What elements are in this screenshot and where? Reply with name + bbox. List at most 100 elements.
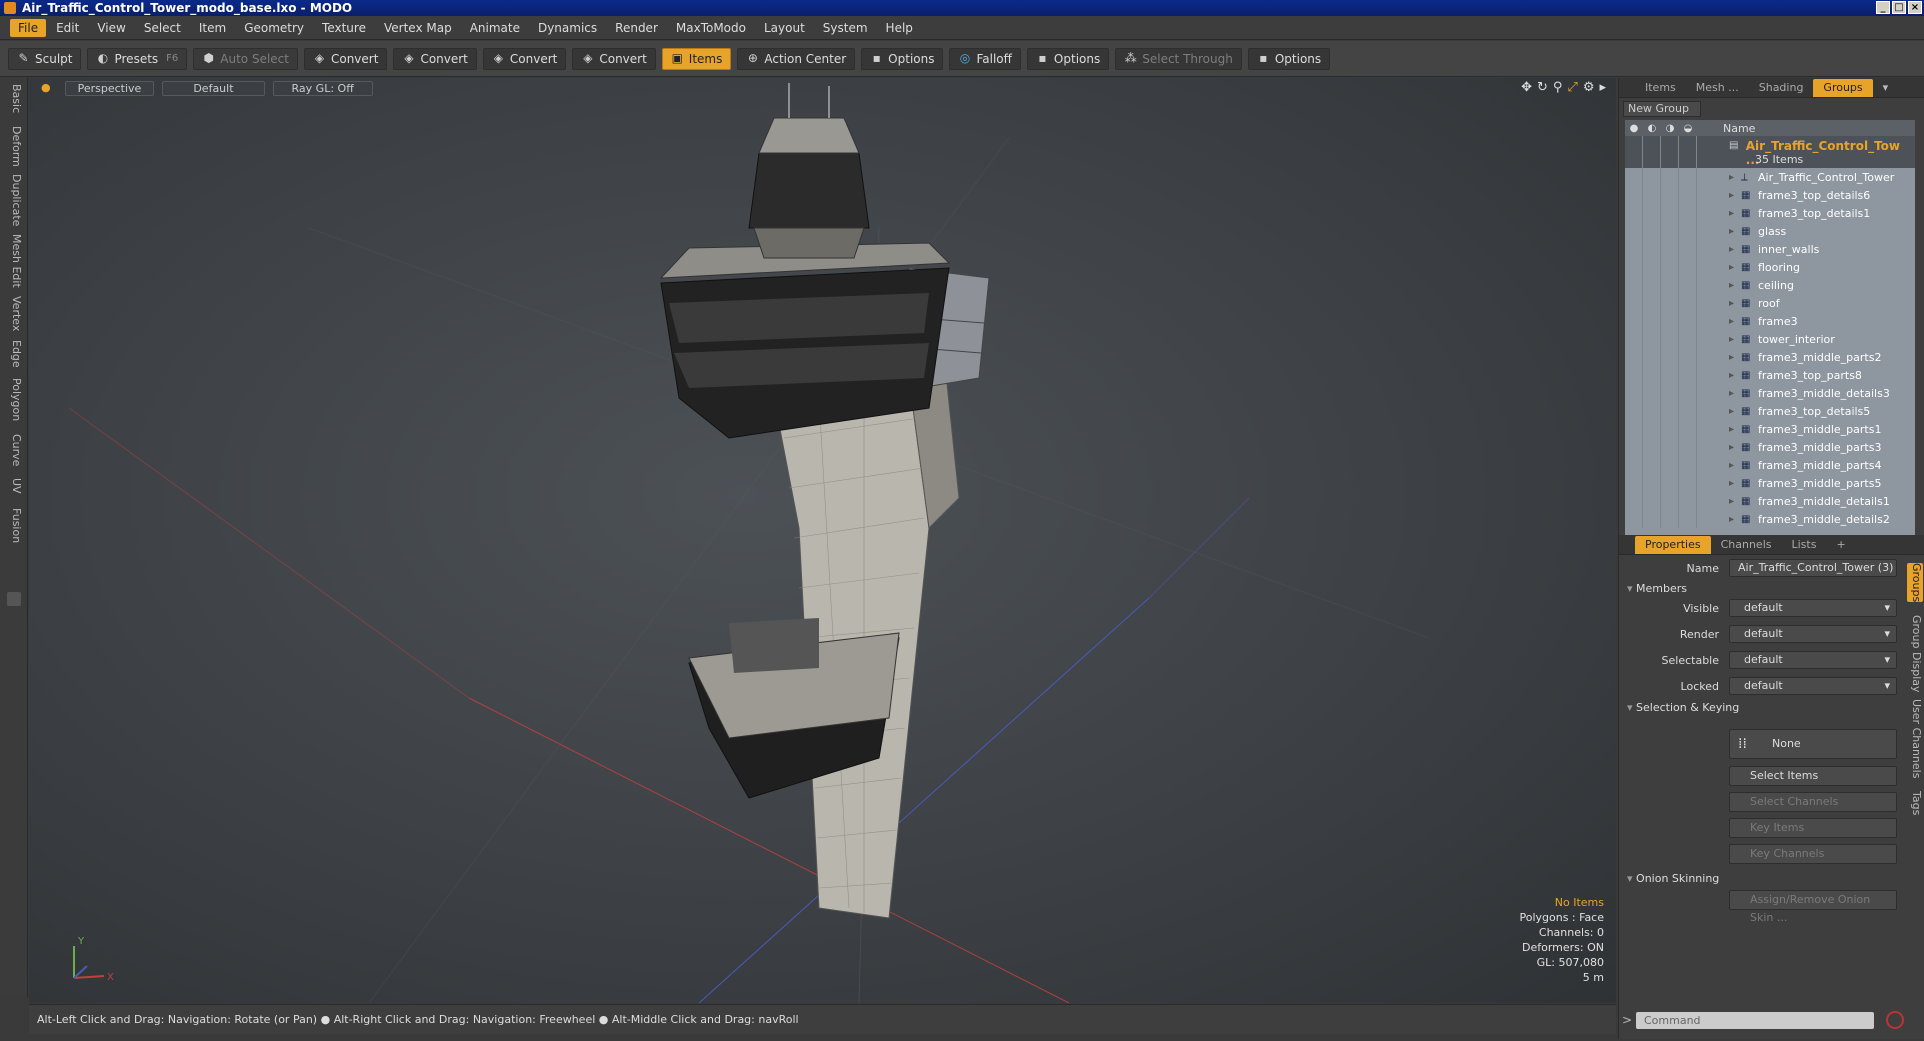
select-through-options-button[interactable]: ▪ Options [1247, 47, 1331, 70]
menu-animate[interactable]: Animate [462, 19, 528, 37]
expand-icon[interactable]: ▸ [1729, 460, 1739, 471]
tab-deform[interactable]: Deform [5, 126, 23, 167]
select-items-button[interactable]: Select Items [1729, 766, 1897, 786]
expand-icon[interactable]: ▸ [1729, 424, 1739, 435]
side-tab-tags[interactable]: Tags [1907, 791, 1923, 815]
selection-keying-section[interactable]: Selection & Keying [1627, 701, 1739, 714]
menu-maxtomodo[interactable]: MaxToModo [668, 19, 754, 37]
presets-button[interactable]: ◐ Presets F6 [87, 47, 188, 70]
expand-icon[interactable]: ▸ [1729, 388, 1739, 399]
auto-select-button[interactable]: ⬢ Auto Select [193, 47, 298, 70]
action-center-button[interactable]: ⊕ Action Center [737, 47, 856, 70]
group-member-row[interactable]: ▸ ▦ ceiling [1625, 276, 1915, 294]
group-member-row[interactable]: ▸ ⟂ Air_Traffic_Control_Tower [1625, 168, 1915, 186]
group-member-row[interactable]: ▸ ▦ inner_walls [1625, 240, 1915, 258]
convert-button-1[interactable]: ◈ Convert [303, 47, 388, 70]
group-member-row[interactable]: ▸ ▦ frame3_middle_details2 [1625, 510, 1915, 528]
menu-dynamics[interactable]: Dynamics [530, 19, 605, 37]
sculpt-button[interactable]: ✎ Sculpt [8, 47, 82, 70]
select-icon[interactable]: ◒ [1679, 123, 1697, 134]
lock-icon[interactable]: ◑ [1661, 123, 1679, 134]
group-member-row[interactable]: ▸ ▦ flooring [1625, 258, 1915, 276]
expand-icon[interactable]: ▸ [1729, 298, 1739, 309]
members-section[interactable]: Members [1627, 582, 1687, 595]
expand-icon[interactable]: ▸ [1729, 334, 1739, 345]
panel-menu-icon[interactable]: ▾ [1873, 79, 1899, 97]
assign-onion-skin-button[interactable]: Assign/Remove Onion Skin ... [1729, 890, 1897, 924]
tab-vertex[interactable]: Vertex [5, 296, 23, 331]
side-tab-group-display[interactable]: Group Display [1907, 615, 1923, 693]
menu-edit[interactable]: Edit [48, 19, 87, 37]
record-icon[interactable] [1886, 1011, 1904, 1029]
expand-icon[interactable]: ▸ [1729, 514, 1739, 525]
group-member-row[interactable]: ▸ ▦ frame3_top_details1 [1625, 204, 1915, 222]
menu-select[interactable]: Select [136, 19, 189, 37]
group-member-row[interactable]: ▸ ▦ frame3_middle_parts1 [1625, 420, 1915, 438]
group-member-row[interactable]: ▸ ▦ frame3 [1625, 312, 1915, 330]
visibility-icon[interactable]: ● [1625, 123, 1643, 134]
expand-icon[interactable]: ▸ [1729, 406, 1739, 417]
tab-edge[interactable]: Edge [5, 340, 23, 368]
expand-icon[interactable]: ▸ [1729, 478, 1739, 489]
tab-shading[interactable]: Shading [1749, 79, 1814, 97]
expand-icon[interactable]: ▸ [1729, 208, 1739, 219]
keying-none-button[interactable]: ⁞⁞ None [1729, 729, 1897, 759]
onion-skinning-section[interactable]: Onion Skinning [1627, 872, 1719, 885]
side-tab-groups[interactable]: Groups [1907, 563, 1923, 603]
group-member-row[interactable]: ▸ ▦ frame3_top_details6 [1625, 186, 1915, 204]
group-member-row[interactable]: ▸ ▦ glass [1625, 222, 1915, 240]
tab-basic[interactable]: Basic [5, 84, 23, 113]
expand-icon[interactable]: ▸ [1729, 244, 1739, 255]
tab-mesh-edit[interactable]: Mesh Edit [5, 234, 23, 288]
select-channels-button[interactable]: Select Channels [1729, 792, 1897, 812]
expand-icon[interactable]: ▸ [1729, 280, 1739, 291]
close-icon[interactable]: × [1908, 1, 1922, 14]
menu-item[interactable]: Item [191, 19, 234, 37]
expand-icon[interactable]: ▸ [1729, 370, 1739, 381]
command-input[interactable]: Command [1636, 1011, 1874, 1029]
expand-icon[interactable]: ▸ [1729, 226, 1739, 237]
group-member-row[interactable]: ▸ ▦ frame3_top_parts8 [1625, 366, 1915, 384]
expand-icon[interactable]: ▸ [1729, 190, 1739, 201]
name-column-header[interactable]: Name [1723, 122, 1755, 135]
key-channels-button[interactable]: Key Channels [1729, 844, 1897, 864]
render-dropdown[interactable]: default [1729, 625, 1897, 643]
group-member-row[interactable]: ▸ ▦ roof [1625, 294, 1915, 312]
expand-icon[interactable]: ▸ [1729, 442, 1739, 453]
tab-mesh[interactable]: Mesh ... [1686, 79, 1749, 97]
key-items-button[interactable]: Key Items [1729, 818, 1897, 838]
visible-dropdown[interactable]: default [1729, 599, 1897, 617]
group-member-row[interactable]: ▸ ▦ frame3_middle_details1 [1625, 492, 1915, 510]
menu-help[interactable]: Help [878, 19, 921, 37]
name-field[interactable]: Air_Traffic_Control_Tower (3) [1729, 559, 1897, 577]
menu-layout[interactable]: Layout [756, 19, 813, 37]
tab-uv[interactable]: UV [5, 478, 23, 494]
group-member-row[interactable]: ▸ ▦ frame3_middle_parts2 [1625, 348, 1915, 366]
chevron-right-icon[interactable]: > [1622, 1013, 1636, 1027]
tab-duplicate[interactable]: Duplicate [5, 174, 23, 226]
falloff-button[interactable]: ◎ Falloff [949, 47, 1021, 70]
menu-file[interactable]: File [10, 18, 47, 37]
select-through-button[interactable]: ⁂ Select Through [1115, 47, 1242, 70]
tab-curve[interactable]: Curve [5, 434, 23, 466]
locked-dropdown[interactable]: default [1729, 677, 1897, 695]
expand-icon[interactable]: ▸ [1729, 316, 1739, 327]
minimize-icon[interactable]: _ [1876, 1, 1890, 14]
tab-groups[interactable]: Groups [1813, 78, 1873, 97]
tab-collapse-icon[interactable] [7, 592, 21, 606]
expand-icon[interactable]: ▸ [1729, 172, 1739, 183]
menu-texture[interactable]: Texture [314, 19, 374, 37]
menu-view[interactable]: View [89, 19, 133, 37]
tab-items[interactable]: Items [1635, 79, 1686, 97]
maximize-icon[interactable]: □ [1892, 1, 1906, 14]
group-member-row[interactable]: ▸ ▦ tower_interior [1625, 330, 1915, 348]
side-tab-user-channels[interactable]: User Channels [1907, 699, 1923, 778]
action-center-options-button[interactable]: ▪ Options [861, 47, 944, 70]
items-mode-button[interactable]: ▣ Items [661, 47, 732, 70]
menu-render[interactable]: Render [607, 19, 666, 37]
menu-system[interactable]: System [815, 19, 876, 37]
new-group-button[interactable]: New Group [1623, 101, 1701, 117]
expand-icon[interactable]: ▸ [1729, 352, 1739, 363]
group-member-row[interactable]: ▸ ▦ frame3_middle_parts5 [1625, 474, 1915, 492]
menu-vertex-map[interactable]: Vertex Map [376, 19, 460, 37]
